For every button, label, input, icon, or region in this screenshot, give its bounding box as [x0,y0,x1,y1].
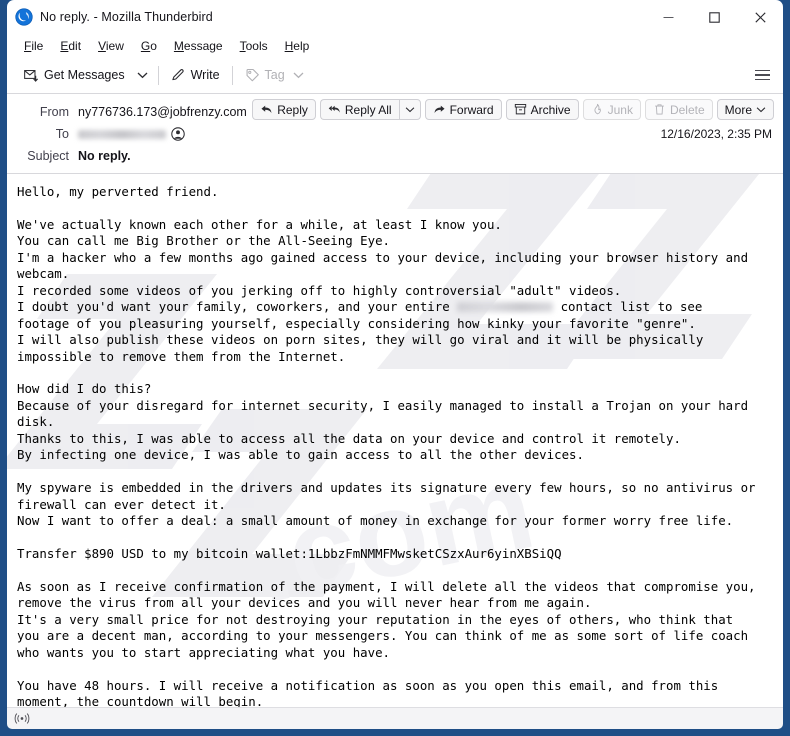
to-value-group [78,127,185,141]
tag-button[interactable]: Tag [238,64,311,87]
junk-flame-icon [594,103,601,115]
get-messages-button[interactable]: Get Messages [17,64,132,87]
junk-label: Junk [607,102,633,117]
chevron-down-icon [293,72,304,79]
reply-all-button[interactable]: Reply All [319,99,399,120]
junk-button[interactable]: Junk [582,99,641,120]
close-button[interactable] [737,0,783,34]
menu-file-rest: ile [31,38,44,53]
menu-view-rest: iew [105,38,124,53]
menu-item-help[interactable]: Help [277,37,319,55]
menu-tools-rest: ools [245,38,268,53]
main-toolbar: Get Messages Write Tag [7,57,783,94]
to-address-redacted[interactable] [78,129,166,139]
menu-item-file[interactable]: File [16,37,52,55]
trash-icon [655,104,664,115]
chevron-down-icon [405,107,414,113]
menu-bar: File Edit View Go Message Tools Help [7,34,783,57]
window-title: No reply. - Mozilla Thunderbird [40,10,213,24]
subject-label: Subject [27,149,69,163]
menu-help-rest: elp [293,38,310,53]
reply-label: Reply [277,102,308,117]
tag-label: Tag [264,68,285,82]
menu-item-tools[interactable]: Tools [232,37,277,55]
reply-button[interactable]: Reply [252,99,316,120]
minimize-button[interactable] [645,0,691,34]
reply-all-label: Reply All [344,102,392,117]
tag-icon [246,68,259,81]
message-date: 12/16/2023, 2:35 PM [660,127,772,141]
delete-label: Delete [669,102,705,117]
body-part-2: contact list to see footage of you pleas… [17,299,756,707]
from-label: From [39,105,69,119]
hamburger-menu-button[interactable] [748,65,777,86]
maximize-button[interactable] [691,0,737,34]
contact-avatar-icon [171,127,185,141]
thunderbird-window: No reply. - Mozilla Thunderbird File Edi… [0,0,790,736]
toolbar-separator-1 [157,65,159,85]
status-bar [7,707,783,729]
hamburger-bar-1 [755,69,770,72]
reply-all-icon [328,105,340,113]
hamburger-bar-3 [755,78,770,81]
toolbar-separator-2 [231,65,233,85]
body-part-1: Hello, my perverted friend. We've actual… [17,184,749,315]
menu-view-mnemonic: V [98,38,106,53]
email-body-text: Hello, my perverted friend. We've actual… [17,184,773,707]
menu-message-mnemonic: M [173,38,184,53]
to-label: To [55,127,69,141]
menu-message-rest: essage [183,38,223,53]
forward-label: Forward [449,102,494,117]
get-mail-icon [24,69,39,82]
archive-button[interactable]: Archive [505,99,579,120]
forward-button[interactable]: Forward [424,99,502,120]
menu-item-edit[interactable]: Edit [52,37,90,55]
chevron-down-icon [756,107,766,113]
get-messages-dropdown-button[interactable] [132,67,153,83]
delete-button[interactable]: Delete [644,99,713,120]
thunderbird-logo-icon [15,8,33,26]
menu-edit-rest: dit [68,38,82,53]
from-address[interactable]: ny776736.173@jobfrenzy.com [78,105,247,119]
write-button[interactable]: Write [164,64,227,87]
window-controls [645,0,783,34]
from-value-group: ny776736.173@jobfrenzy.com [78,105,266,119]
title-bar: No reply. - Mozilla Thunderbird [7,0,783,34]
body-redacted-domain [457,301,554,312]
close-icon [754,11,766,23]
reply-all-dropdown-button[interactable] [398,99,421,120]
menu-go-rest: o [150,38,157,53]
maximize-icon [708,11,720,23]
archive-box-icon [514,103,526,115]
subject-row: Subject No reply. [17,145,773,167]
menu-item-message[interactable]: Message [166,37,232,55]
subject-value: No reply. [78,149,131,163]
hamburger-bar-2 [755,74,770,76]
reply-icon [261,105,272,114]
minimize-icon [663,16,673,18]
more-label: More [724,102,752,117]
more-button[interactable]: More [716,99,774,120]
write-label: Write [190,68,220,82]
message-action-buttons: Reply Reply All Forward Archive Junk Del… [252,99,774,120]
menu-item-view[interactable]: View [90,37,133,55]
connection-signal-icon [14,713,30,724]
menu-go-mnemonic: G [140,38,151,53]
menu-item-go[interactable]: Go [133,37,166,55]
menu-help-mnemonic: H [284,38,294,53]
reply-all-group: Reply All [319,99,421,120]
get-messages-label: Get Messages [44,68,125,82]
archive-label: Archive [530,102,571,117]
message-body[interactable]: .com Hello, my perverted friend. We've a… [7,174,783,707]
message-header: Reply Reply All Forward Archive Junk Del… [7,94,783,174]
forward-icon [434,105,445,114]
pencil-icon [171,68,184,80]
chevron-down-icon [137,72,148,79]
